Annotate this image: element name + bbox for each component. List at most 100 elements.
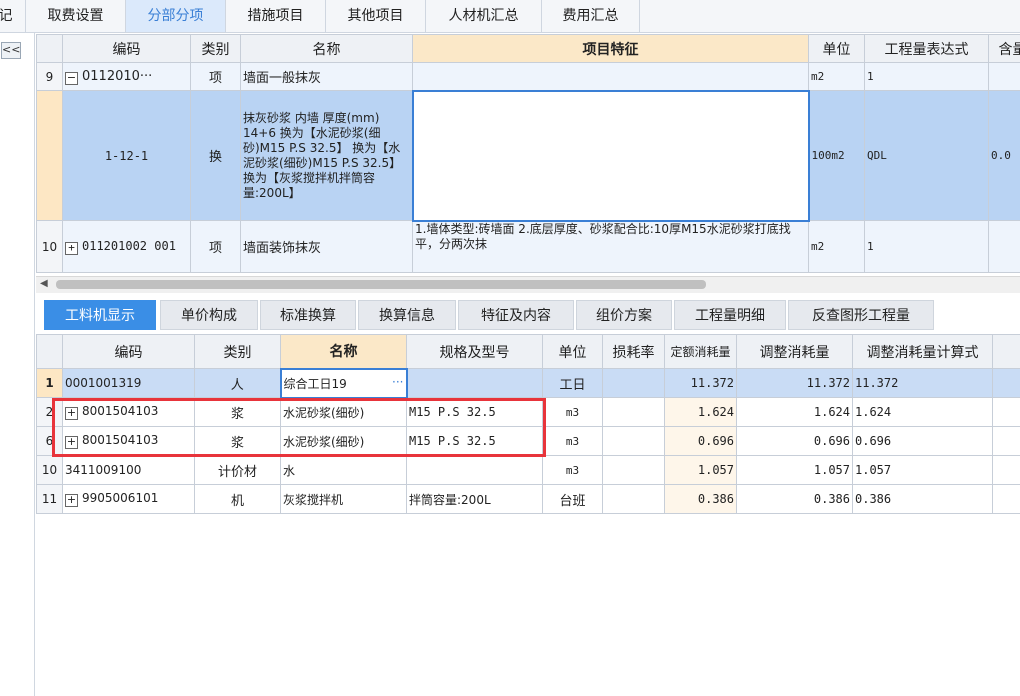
header-spec[interactable]: 规格及型号	[406, 334, 543, 369]
type-cell[interactable]: 计价材	[194, 455, 281, 485]
expr-cell[interactable]: QDL	[864, 90, 989, 221]
formula-cell[interactable]: 1.624	[852, 397, 993, 427]
feature-cell[interactable]	[412, 62, 809, 91]
unit-cell[interactable]: 100m2	[808, 90, 865, 221]
tab-fee-settings[interactable]: 取费设置	[26, 0, 126, 32]
tab-cost-summary[interactable]: 费用汇总	[542, 0, 640, 32]
header-adjusted-qty[interactable]: 调整消耗量	[736, 334, 853, 369]
type-cell[interactable]: 项	[190, 220, 241, 273]
unit-cell[interactable]: 台班	[542, 484, 603, 514]
adjusted-qty-cell[interactable]: 1.057	[736, 455, 853, 485]
feature-cell[interactable]: 1.墙体类型:砖墙面 2.底层厚度、砂浆配合比:10厚M15水泥砂浆打底找平，分…	[412, 220, 809, 273]
adjusted-qty-cell[interactable]: 0.696	[736, 426, 853, 456]
quota-qty-cell[interactable]: 1.624	[664, 397, 737, 427]
adjusted-qty-cell[interactable]: 11.372	[736, 368, 853, 398]
tab-reverse-lookup[interactable]: 反查图形工程量	[788, 300, 934, 330]
tab-sub-items[interactable]: 分部分项	[126, 0, 226, 32]
name-cell[interactable]: 墙面装饰抹灰	[240, 220, 413, 273]
name-cell[interactable]: 抹灰砂浆 内墙 厚度(mm) 14+6 换为【水泥砂浆(细砂)M15 P.S 3…	[240, 90, 413, 221]
name-input[interactable]: 综合工日19 ···	[279, 367, 408, 399]
spec-cell[interactable]	[406, 368, 543, 398]
header-loss[interactable]: 损耗率	[602, 334, 665, 369]
tab-measures[interactable]: 措施项目	[226, 0, 326, 32]
quota-qty-cell[interactable]: 1.057	[664, 455, 737, 485]
collapse-panel-button[interactable]: <<	[1, 42, 21, 59]
spec-cell[interactable]: 拌筒容量:200L	[406, 484, 543, 514]
name-cell[interactable]: 墙面一般抹灰	[240, 62, 413, 91]
header-quota-qty[interactable]: 定额消耗量	[664, 334, 737, 369]
more-icon[interactable]: ···	[392, 375, 403, 389]
expand-icon[interactable]: +	[65, 241, 78, 255]
header-code[interactable]: 编码	[62, 34, 191, 63]
type-cell[interactable]: 机	[194, 484, 281, 514]
loss-cell[interactable]	[602, 368, 665, 398]
type-cell[interactable]: 人	[194, 368, 281, 398]
quota-qty-cell[interactable]: 11.372	[664, 368, 737, 398]
table-row[interactable]: 11 +9905006101 机 灰浆搅拌机 拌筒容量:200L 台班 0.38…	[36, 484, 1020, 514]
loss-cell[interactable]	[602, 484, 665, 514]
expand-icon[interactable]: +	[65, 494, 78, 507]
tab-quantity-detail[interactable]: 工程量明细	[674, 300, 786, 330]
type-cell[interactable]: 项	[190, 62, 241, 91]
code-cell[interactable]: +011201002 001	[62, 220, 191, 273]
unit-cell[interactable]: m3	[542, 397, 603, 427]
spec-cell[interactable]	[406, 455, 543, 485]
tab-standard-conversion[interactable]: 标准换算	[260, 300, 356, 330]
header-unit[interactable]: 单位	[808, 34, 865, 63]
type-cell[interactable]: 换	[190, 90, 241, 221]
table-row-selected[interactable]: 1 0001001319 人 综合工日19 ··· 工日 11.372 11.37…	[36, 367, 1020, 399]
header-name[interactable]: 名称	[280, 334, 407, 369]
loss-cell[interactable]	[602, 455, 665, 485]
expr-cell[interactable]: 1	[864, 62, 989, 91]
header-type[interactable]: 类别	[190, 34, 241, 63]
tab-conversion-info[interactable]: 换算信息	[358, 300, 456, 330]
formula-cell[interactable]: 0.386	[852, 484, 993, 514]
header-type[interactable]: 类别	[194, 334, 281, 369]
horizontal-scrollbar[interactable]: ◀	[36, 276, 1020, 293]
expr-cell[interactable]: 1	[864, 220, 989, 273]
tab-price-composition[interactable]: 单价构成	[160, 300, 258, 330]
tab-partial[interactable]: 记	[0, 0, 26, 32]
quota-qty-cell[interactable]: 0.386	[664, 484, 737, 514]
table-row[interactable]: 10 3411009100 计价材 水 m3 1.057 1.057 1.057	[36, 455, 1020, 485]
code-cell[interactable]: +9905006101	[62, 484, 195, 514]
code-cell[interactable]: −0112010···	[62, 62, 191, 91]
tab-other-items[interactable]: 其他项目	[326, 0, 426, 32]
unit-cell[interactable]: m3	[542, 426, 603, 456]
formula-cell[interactable]: 1.057	[852, 455, 993, 485]
code-cell[interactable]: 1-12-1	[62, 90, 191, 221]
header-adjusted-formula[interactable]: 调整消耗量计算式	[852, 334, 993, 369]
formula-cell[interactable]: 11.372	[852, 368, 993, 398]
tab-labor-material-summary[interactable]: 人材机汇总	[426, 0, 542, 32]
tab-material-display[interactable]: 工料机显示	[44, 300, 156, 330]
header-content[interactable]: 含量	[988, 34, 1020, 63]
adjusted-qty-cell[interactable]: 0.386	[736, 484, 853, 514]
collapse-icon[interactable]: −	[65, 71, 78, 85]
header-name[interactable]: 名称	[240, 34, 413, 63]
quota-qty-cell[interactable]: 0.696	[664, 426, 737, 456]
table-row[interactable]: 10 +011201002 001 项 墙面装饰抹灰 1.墙体类型:砖墙面 2.…	[36, 220, 1020, 273]
name-cell[interactable]: 水	[280, 455, 407, 485]
unit-cell[interactable]: m3	[542, 455, 603, 485]
feature-input[interactable]	[411, 89, 810, 222]
content-cell[interactable]	[988, 62, 1020, 91]
unit-cell[interactable]: 工日	[542, 368, 603, 398]
header-unit[interactable]: 单位	[542, 334, 603, 369]
header-expr[interactable]: 工程量表达式	[864, 34, 989, 63]
adjusted-qty-cell[interactable]: 1.624	[736, 397, 853, 427]
loss-cell[interactable]	[602, 426, 665, 456]
formula-cell[interactable]: 0.696	[852, 426, 993, 456]
unit-cell[interactable]: m2	[808, 62, 865, 91]
tab-features-content[interactable]: 特征及内容	[458, 300, 574, 330]
table-row[interactable]: 9 −0112010··· 项 墙面一般抹灰 m2 1	[36, 62, 1020, 91]
loss-cell[interactable]	[602, 397, 665, 427]
content-cell[interactable]	[988, 220, 1020, 273]
header-feature[interactable]: 项目特征	[412, 34, 809, 63]
tab-pricing-scheme[interactable]: 组价方案	[576, 300, 672, 330]
unit-cell[interactable]: m2	[808, 220, 865, 273]
header-code[interactable]: 编码	[62, 334, 195, 369]
content-cell[interactable]: 0.0	[988, 90, 1020, 221]
code-cell[interactable]: 3411009100	[62, 455, 195, 485]
code-cell[interactable]: 0001001319	[62, 368, 195, 398]
name-cell[interactable]: 灰浆搅拌机	[280, 484, 407, 514]
